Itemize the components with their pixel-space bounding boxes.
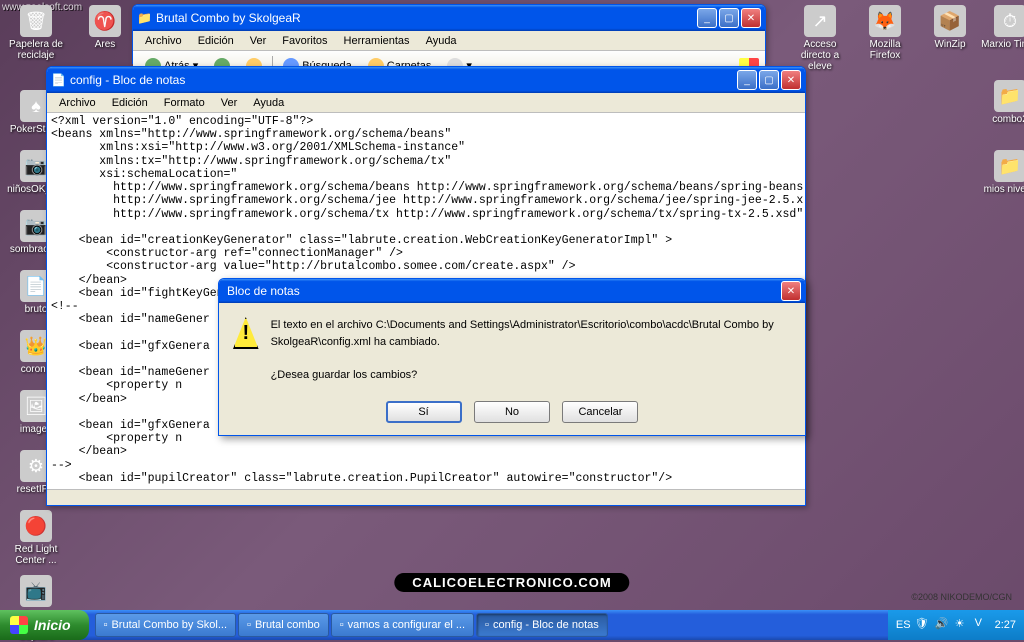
copyright: ©2008 NIKODEMO/CGN [911, 592, 1012, 602]
app-icon: 📺 [20, 575, 52, 607]
scrollbar-horizontal[interactable] [47, 489, 805, 505]
dialog-message-1: El texto en el archivo C:\Documents and … [271, 317, 791, 350]
icon-label: mios nivel 2 [980, 184, 1024, 195]
menu-item[interactable]: Edición [104, 95, 156, 111]
icon-label: Papelera de reciclaje [6, 39, 66, 61]
windows-logo-icon [10, 616, 28, 634]
menu-item[interactable]: Herramientas [336, 33, 418, 49]
tray-icon[interactable]: V [975, 617, 991, 633]
desktop-icon[interactable]: ♈ Ares [75, 5, 135, 50]
app-icon: 🗑 [20, 5, 52, 37]
menu-item[interactable]: Archivo [137, 33, 190, 49]
desktop-icon[interactable]: 🗑Papelera de reciclaje [6, 5, 66, 61]
tray-icon[interactable]: 🔊 [935, 617, 951, 633]
warning-icon: ! [233, 317, 259, 349]
desktop-icon[interactable]: 📦 WinZip [920, 5, 980, 50]
notepad-icon: 📄 [51, 73, 66, 87]
app-icon: 📦 [934, 5, 966, 37]
notepad-titlebar[interactable]: 📄 config - Bloc de notas _ ▢ ✕ [47, 67, 805, 93]
maximize-button[interactable]: ▢ [759, 70, 779, 90]
app-icon: ⏱ [994, 5, 1024, 37]
explorer-titlebar[interactable]: 📁 Brutal Combo by SkolgeaR _ ▢ ✕ [133, 5, 765, 31]
desktop-icon[interactable]: ↗Acceso directo a eleve [790, 5, 850, 72]
save-dialog: Bloc de notas ✕ ! El texto en el archivo… [218, 278, 806, 436]
menu-item[interactable]: Archivo [51, 95, 104, 111]
app-icon: 📁 [994, 80, 1024, 112]
taskbar-item[interactable]: ▫config - Bloc de notas [476, 613, 608, 637]
yes-button[interactable]: Sí [386, 401, 462, 423]
icon-label: Mozilla Firefox [855, 39, 915, 61]
dialog-close-button[interactable]: ✕ [781, 281, 801, 301]
tray-icon[interactable]: ☀ [955, 617, 971, 633]
app-icon: ▫ [485, 619, 489, 631]
start-button[interactable]: Inicio [0, 610, 89, 640]
desktop-icon[interactable]: 📁 mios nivel 2 [980, 150, 1024, 195]
app-icon: ▫ [104, 619, 108, 631]
notepad-menubar: ArchivoEdiciónFormatoVerAyuda [47, 93, 805, 113]
menu-item[interactable]: Edición [190, 33, 242, 49]
menu-item[interactable]: Ayuda [245, 95, 292, 111]
desktop-icon[interactable]: 🦊Mozilla Firefox [855, 5, 915, 61]
no-button[interactable]: No [474, 401, 550, 423]
calico-logo: CALICOELECTRONICO.COM [394, 573, 629, 592]
app-icon: ▫ [247, 619, 251, 631]
menu-item[interactable]: Ayuda [418, 33, 465, 49]
desktop-icon[interactable]: 🔴Red Light Center ... [6, 510, 66, 566]
icon-label: Red Light Center ... [6, 544, 66, 566]
dialog-titlebar[interactable]: Bloc de notas ✕ [219, 279, 805, 303]
desktop-icon[interactable]: 📁 combo2 [980, 80, 1024, 125]
menu-item[interactable]: Formato [156, 95, 213, 111]
close-button[interactable]: ✕ [781, 70, 801, 90]
notepad-title: config - Bloc de notas [66, 73, 737, 87]
dialog-message-2: ¿Desea guardar los cambios? [271, 367, 791, 384]
icon-label: combo2 [980, 114, 1024, 125]
taskbar-item[interactable]: ▫vamos a configurar el ... [331, 613, 474, 637]
explorer-title: Brutal Combo by SkolgeaR [152, 11, 697, 25]
minimize-button[interactable]: _ [737, 70, 757, 90]
app-icon: ▫ [340, 619, 344, 631]
clock[interactable]: 2:27 [995, 619, 1016, 631]
taskbar-item[interactable]: ▫Brutal combo [238, 613, 329, 637]
explorer-menubar: ArchivoEdiciónVerFavoritosHerramientasAy… [133, 31, 765, 51]
desktop-icon[interactable]: ⏱ Marxio Timer [980, 5, 1024, 50]
folder-icon: 📁 [137, 11, 152, 25]
lang-indicator[interactable]: ES [896, 619, 911, 631]
icon-label: Ares [75, 39, 135, 50]
taskbar: Inicio ▫Brutal Combo by Skol...▫Brutal c… [0, 610, 1024, 640]
system-tray[interactable]: ES 🛡 🔊 ☀ V 2:27 [888, 610, 1024, 640]
app-icon: 📁 [994, 150, 1024, 182]
cancel-button[interactable]: Cancelar [562, 401, 638, 423]
taskbar-item[interactable]: ▫Brutal Combo by Skol... [95, 613, 236, 637]
app-icon: ♈ [89, 5, 121, 37]
minimize-button[interactable]: _ [697, 8, 717, 28]
dialog-title: Bloc de notas [223, 284, 781, 298]
close-button[interactable]: ✕ [741, 8, 761, 28]
menu-item[interactable]: Ver [242, 33, 275, 49]
maximize-button[interactable]: ▢ [719, 8, 739, 28]
app-icon: ↗ [804, 5, 836, 37]
menu-item[interactable]: Ver [213, 95, 246, 111]
tray-icon[interactable]: 🛡 [915, 617, 931, 633]
icon-label: WinZip [920, 39, 980, 50]
app-icon: 🦊 [869, 5, 901, 37]
app-icon: 🔴 [20, 510, 52, 542]
explorer-window[interactable]: 📁 Brutal Combo by SkolgeaR _ ▢ ✕ Archivo… [132, 4, 766, 64]
icon-label: Marxio Timer [980, 39, 1024, 50]
menu-item[interactable]: Favoritos [274, 33, 335, 49]
